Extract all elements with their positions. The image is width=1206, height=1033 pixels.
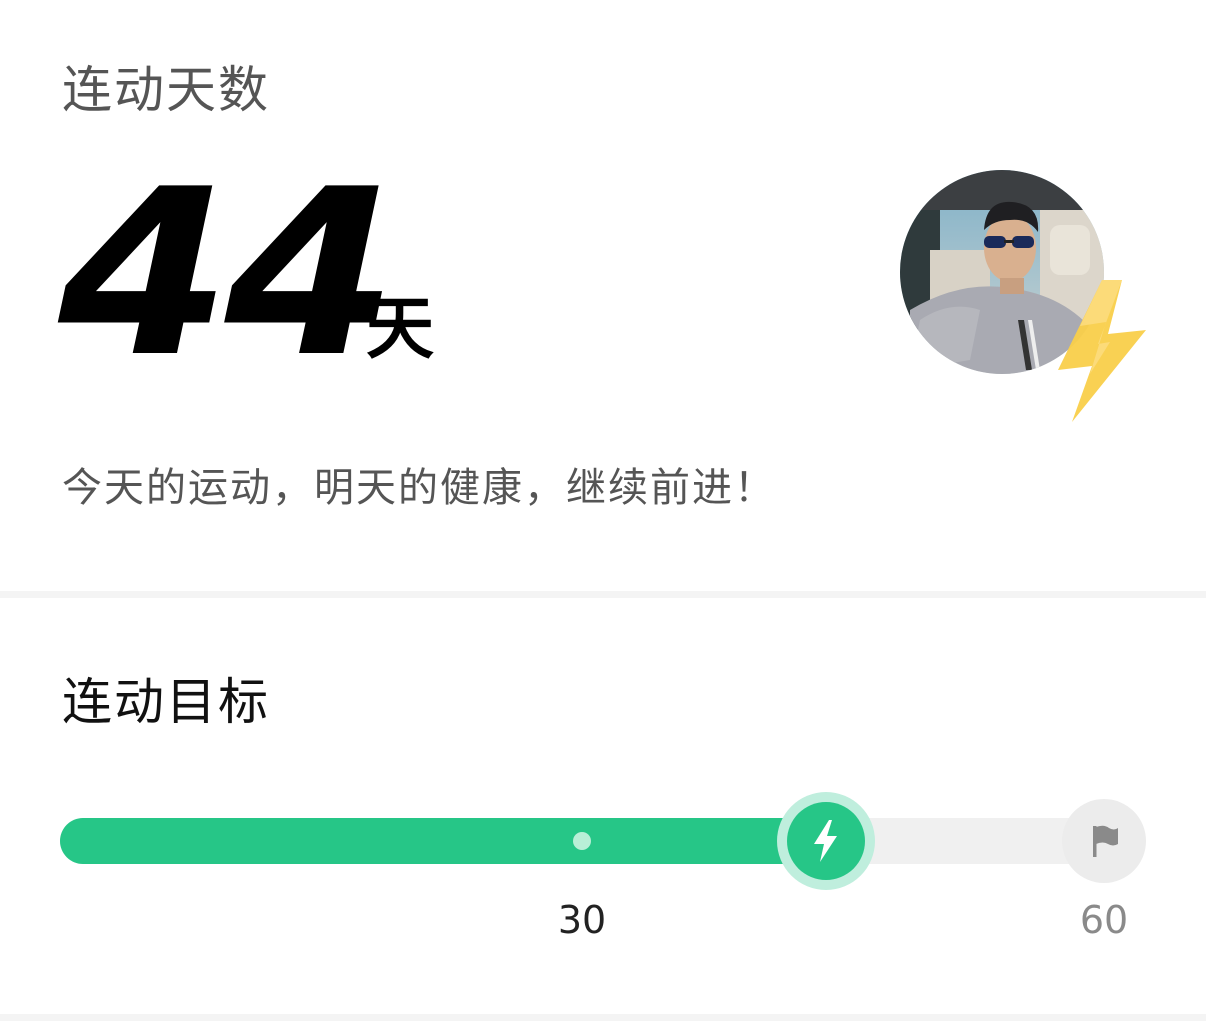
lightning-bolt-icon (813, 820, 837, 862)
goal-title: 连动目标 (62, 673, 270, 731)
section-divider (0, 591, 1206, 598)
target-label: 60 (1079, 898, 1129, 942)
goal-progress-fill (60, 818, 849, 864)
flag-icon (1093, 825, 1118, 857)
current-progress-marker[interactable] (776, 792, 875, 890)
milestone-marker (573, 832, 591, 850)
lightning-bolt-icon (1050, 278, 1150, 428)
streak-days-count: 44 (58, 141, 397, 408)
milestone-label: 30 (557, 898, 607, 942)
streak-days-unit: 天 (366, 290, 435, 369)
avatar-with-badge[interactable] (900, 170, 1150, 430)
streak-title: 连动天数 (62, 61, 270, 119)
streak-section: 连动天数 44 天 今天的运动，明天的健康，继续前进！ (0, 0, 1206, 590)
goal-section: 连动目标 30 60 (0, 598, 1206, 1018)
goal-target-marker[interactable] (1062, 799, 1146, 883)
bottom-divider (0, 1014, 1206, 1021)
goal-progress-track (60, 792, 1146, 890)
current-marker-inner (786, 802, 865, 880)
motivational-message: 今天的运动，明天的健康，继续前进！ (62, 465, 776, 511)
